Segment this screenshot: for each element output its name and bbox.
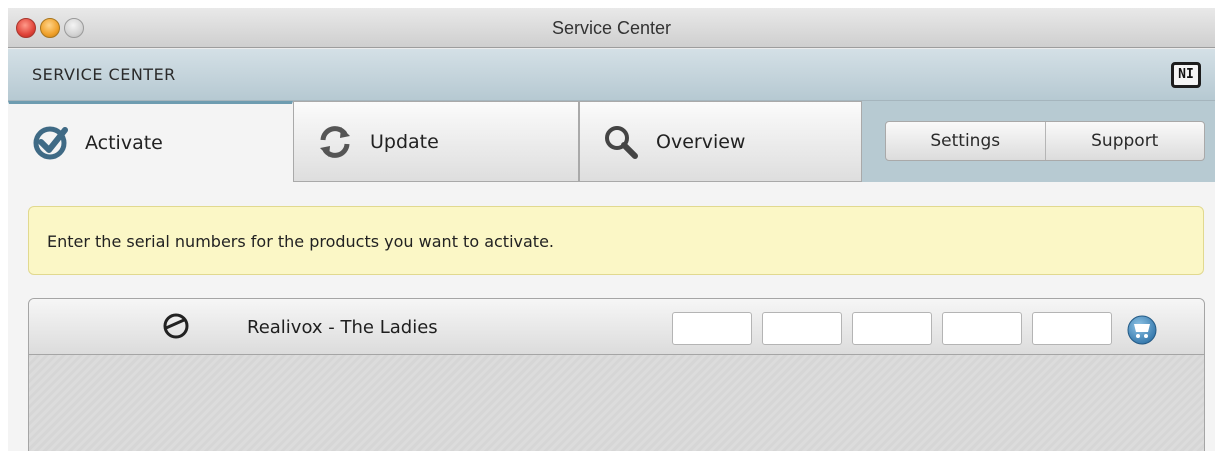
check-badge-icon <box>29 122 71 164</box>
tab-overview[interactable]: Overview <box>579 101 862 182</box>
serial-field-4[interactable] <box>942 312 1022 345</box>
serial-field-2[interactable] <box>762 312 842 345</box>
support-button[interactable]: Support <box>1044 122 1205 160</box>
tab-update-label: Update <box>370 130 439 153</box>
serial-field-1[interactable] <box>672 312 752 345</box>
cart-icon[interactable] <box>1127 315 1157 345</box>
product-row: Realivox - The Ladies <box>29 299 1204 355</box>
service-center-window: Service Center SERVICE CENTER NI Activat… <box>8 8 1215 451</box>
header-title: SERVICE CENTER <box>32 65 176 84</box>
dial-icon <box>162 312 190 340</box>
settings-button[interactable]: Settings <box>886 122 1045 160</box>
main-content: Enter the serial numbers for the product… <box>8 182 1215 451</box>
ni-logo: NI <box>1171 62 1201 88</box>
serial-field-3[interactable] <box>852 312 932 345</box>
tab-activate-label: Activate <box>85 132 163 154</box>
instruction-notice: Enter the serial numbers for the product… <box>28 206 1204 275</box>
tab-row: Activate Update Overview Settings Suppor… <box>8 101 1215 183</box>
window-title: Service Center <box>551 18 672 38</box>
settings-support-control: Settings Support <box>885 121 1205 161</box>
tab-overview-label: Overview <box>656 130 746 153</box>
magnifier-icon <box>600 121 642 163</box>
tab-activate[interactable]: Activate <box>8 101 293 183</box>
refresh-icon <box>314 121 356 163</box>
app-header: SERVICE CENTER NI <box>8 49 1215 101</box>
product-panel: Realivox - The Ladies <box>28 298 1205 451</box>
product-name: Realivox - The Ladies <box>247 317 438 338</box>
title-bar: Service Center <box>8 8 1215 48</box>
tab-update[interactable]: Update <box>293 101 579 182</box>
serial-field-5[interactable] <box>1032 312 1112 345</box>
